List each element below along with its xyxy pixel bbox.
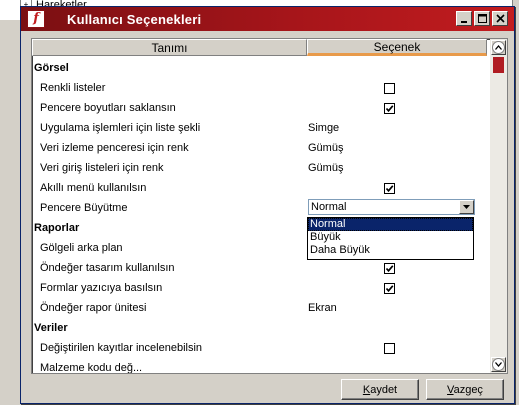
minimize-button[interactable] [456,11,472,26]
option-row[interactable]: Formlar yazıcıya basılsın [32,278,487,298]
option-label: Değiştirilen kayıtlar incelenebilsin [40,342,203,354]
option-label: Gölgeli arka plan [40,242,123,254]
option-label: Pencere Büyütme [40,202,128,214]
triangle-down-icon [463,205,470,209]
option-label: Öndeğer tasarım kullanılsın [40,262,175,274]
option-label: Veri giriş listeleri için renk [40,162,164,174]
option-checkbox[interactable] [384,343,395,354]
maximize-button[interactable] [474,11,490,26]
close-icon [495,14,505,23]
option-value[interactable]: Gümüş [308,142,343,154]
option-row[interactable]: Akıllı menü kullanılsın [32,178,487,198]
dropdown-option[interactable]: Normal [308,218,473,231]
dialog-title: Kullanıcı Seçenekleri [67,11,202,27]
option-value[interactable]: Ekran [308,302,337,314]
checkmark-icon [385,285,394,293]
option-row[interactable]: Öndeğer rapor ünitesi Ekran [32,298,487,318]
option-value[interactable]: Gümüş [308,162,343,174]
dialog-titlebar[interactable]: f Kullanıcı Seçenekleri [21,7,514,31]
option-value[interactable]: Simge [308,122,339,134]
section-header: Veriler [32,318,487,338]
option-label: Uygulama işlemleri için liste şekli [40,122,201,134]
chevron-up-icon [495,45,502,50]
dropdown-option[interactable]: Büyük [308,231,473,244]
option-label: Akıllı menü kullanılsın [40,182,147,194]
option-row[interactable]: Renkli listeler [32,78,487,98]
dropdown-option[interactable]: Daha Büyük [308,244,473,257]
dropdown-toggle-button[interactable] [459,200,474,214]
minimize-icon [461,20,467,23]
window-size-dropdown-list[interactable]: Normal Büyük Daha Büyük [307,217,474,260]
scroll-up-button[interactable] [491,40,506,55]
dropdown-value: Normal [311,201,347,213]
grid-rows: Görsel Renkli listeler Pencere boyutları s… [32,58,487,373]
checkmark-icon [385,265,394,273]
option-label: Malzeme kodu değ... [40,362,143,373]
section-title: Raporlar [34,222,80,234]
section-title: Veriler [34,322,68,334]
vertical-scrollbar[interactable] [490,39,507,373]
maximize-icon [477,14,487,23]
checkmark-icon [385,105,394,113]
grid-header: Tanımı Seçenek [32,39,487,57]
option-label: Öndeğer rapor ünitesi [40,302,147,314]
save-button[interactable]: Kaydet [341,379,419,400]
user-options-dialog: f Kullanıcı Seçenekleri Tanımı Seçenek G… [20,6,515,404]
app-logo-icon: f [27,10,45,28]
option-checkbox[interactable] [384,83,395,94]
option-row[interactable]: Pencere boyutları saklansın [32,98,487,118]
scrollbar-thumb[interactable] [493,57,504,73]
option-checkbox[interactable] [384,263,395,274]
cancel-button[interactable]: Vazgeç [426,379,504,400]
column-header-description[interactable]: Tanımı [32,39,307,56]
option-checkbox[interactable] [384,183,395,194]
close-button[interactable] [492,11,508,26]
option-row[interactable]: Uygulama işlemleri için liste şekli Simge [32,118,487,138]
checkmark-icon [385,185,394,193]
section-title: Görsel [34,62,69,74]
section-header: Görsel [32,58,487,78]
option-label: Veri izleme penceresi için renk [40,142,189,154]
option-row[interactable]: Malzeme kodu değ... [32,358,487,373]
options-grid: Tanımı Seçenek Görsel Renkli listeler Penc… [31,38,508,374]
option-row[interactable]: Öndeğer tasarım kullanılsın [32,258,487,278]
scroll-down-button[interactable] [491,357,506,372]
option-row[interactable]: Veri giriş listeleri için renk Gümüş [32,158,487,178]
option-label: Renkli listeler [40,82,106,94]
option-checkbox[interactable] [384,103,395,114]
chevron-down-icon [495,362,502,367]
option-checkbox[interactable] [384,283,395,294]
background-left-strip [0,20,22,405]
option-label: Pencere boyutları saklansın [40,102,176,114]
option-label: Formlar yazıcıya basılsın [40,282,163,294]
save-label: aydet [370,383,398,396]
option-row[interactable]: Pencere Büyütme Normal [32,198,487,218]
option-row[interactable]: Değiştirilen kayıtlar incelenebilsin [32,338,487,358]
window-size-dropdown[interactable]: Normal [308,199,475,215]
cancel-label: azgeç [453,383,483,396]
option-row[interactable]: Veri izleme penceresi için renk Gümüş [32,138,487,158]
column-header-option[interactable]: Seçenek [307,39,487,56]
